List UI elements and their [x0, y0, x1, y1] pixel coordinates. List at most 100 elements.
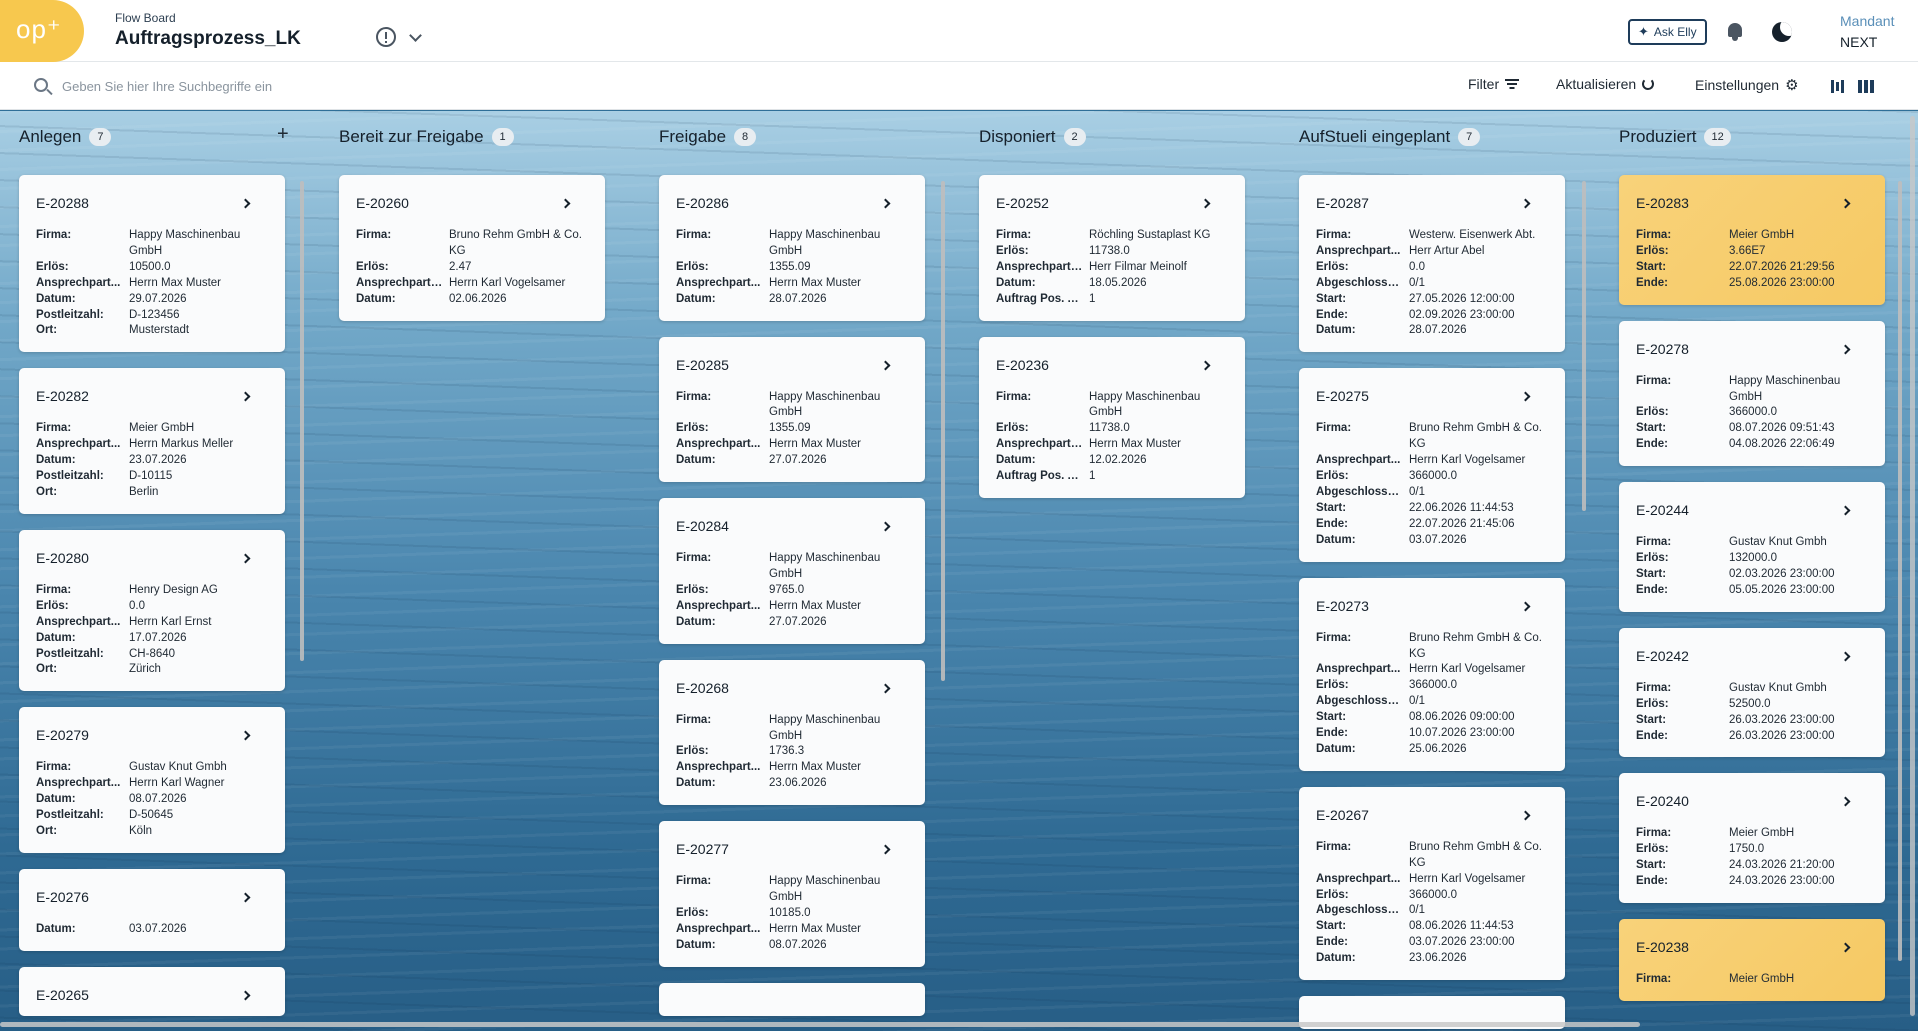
- filter-button[interactable]: Filter: [1468, 76, 1520, 92]
- order-card[interactable]: [659, 982, 925, 1016]
- order-card[interactable]: E-20268 Firma: Happy Maschinenbau GmbH Erlö…: [659, 659, 925, 806]
- mandant-value[interactable]: NEXT: [1840, 34, 1877, 50]
- field-label: Ort:: [36, 824, 58, 837]
- column-header: Bereit zur Freigabe 1: [339, 125, 514, 149]
- field-value: D-123456: [129, 308, 180, 321]
- field-label: Erlös:: [1636, 406, 1669, 419]
- column-title: Disponiert: [979, 127, 1056, 146]
- field-value: 27.07.2026: [769, 454, 827, 467]
- card-field-row: Ende: 22.07.2026 21:45:06: [1316, 517, 1549, 533]
- column-scrollbar[interactable]: [300, 181, 304, 661]
- field-label: Firma:: [1316, 229, 1352, 241]
- column-scrollbar[interactable]: [1898, 181, 1902, 961]
- field-value: 03.07.2026: [129, 922, 187, 935]
- order-card[interactable]: E-20282 Firma: Meier GmbH Ansprechpart... He…: [19, 368, 285, 514]
- card-field-row: Ansprechpart... Herrn Karl Vogelsamer: [1316, 662, 1549, 678]
- card-fields: Firma: Meier GmbH Erlös: 3.66E7 Start: 22.07.…: [1636, 228, 1869, 292]
- column-scrollbar[interactable]: [941, 181, 945, 681]
- field-value: Musterstadt: [129, 324, 190, 337]
- field-value: Herrn Max Muster: [769, 922, 862, 935]
- card-field-row: Postleitzahl: D-50645: [36, 808, 269, 824]
- card-field-row: Abgeschlossen: 0/1: [1316, 903, 1549, 919]
- field-value: Happy Maschinenbau GmbH: [1089, 390, 1201, 419]
- field-value: Herrn Max Muster: [769, 599, 862, 612]
- order-card[interactable]: E-20276 Datum: 03.07.2026: [19, 868, 285, 951]
- field-label: Ansprechpart...: [676, 761, 761, 774]
- order-card[interactable]: E-20240 Firma: Meier GmbH Erlös: 1750.0 Start…: [1619, 773, 1885, 904]
- field-value: 10500.0: [129, 260, 171, 273]
- card-field-row: Ende: 02.09.2026 23:00:00: [1316, 308, 1549, 324]
- order-card[interactable]: E-20284 Firma: Happy Maschinenbau GmbH Erlö…: [659, 498, 925, 644]
- order-card[interactable]: E-20275 Firma: Bruno Rehm GmbH & Co. KG Ans…: [1299, 368, 1565, 562]
- order-card[interactable]: E-20252 Firma: Röchling Sustaplast KG Erlös…: [979, 175, 1245, 321]
- order-card[interactable]: E-20242 Firma: Gustav Knut Gmbh Erlös: 52500…: [1619, 627, 1885, 758]
- card-field-row: Firma: Bruno Rehm GmbH & Co. KG: [1316, 840, 1549, 872]
- field-label: Datum:: [676, 615, 716, 628]
- order-card[interactable]: E-20283 Firma: Meier GmbH Erlös: 3.66E7 Start…: [1619, 175, 1885, 305]
- field-label: Erlös:: [1316, 888, 1349, 901]
- card-fields: Firma: Happy Maschinenbau GmbH Erlös: 1736.…: [676, 713, 909, 793]
- add-card-icon[interactable]: +: [277, 123, 289, 146]
- field-label: Abgeschlossen:: [1316, 485, 1405, 498]
- search-input[interactable]: [62, 74, 662, 98]
- card-id: E-20275: [1316, 388, 1369, 405]
- card-field-row: Firma: Gustav Knut Gmbh: [1636, 535, 1869, 551]
- single-column-view-icon[interactable]: [1831, 80, 1844, 93]
- card-id: E-20265: [36, 986, 89, 1003]
- chevron-down-icon[interactable]: [409, 29, 422, 42]
- order-card[interactable]: E-20285 Firma: Happy Maschinenbau GmbH Erlö…: [659, 336, 925, 483]
- field-value: 08.07.2026 09:51:43: [1729, 422, 1835, 435]
- card-field-row: Ansprechpartn... Herrn Karl Vogelsamer: [356, 276, 589, 292]
- order-card[interactable]: E-20280 Firma: Henry Design AG Erlös: 0.0 Ans…: [19, 529, 285, 692]
- bell-icon[interactable]: [1726, 22, 1744, 42]
- field-label: Postleitzahl:: [36, 308, 104, 321]
- order-card[interactable]: E-20288 Firma: Happy Maschinenbau GmbH Erlö…: [19, 175, 285, 353]
- field-label: Firma:: [1636, 536, 1672, 549]
- card-field-row: Erlös: 1750.0: [1636, 842, 1869, 858]
- app-logo[interactable]: op⁺: [0, 0, 84, 62]
- order-card[interactable]: E-20244 Firma: Gustav Knut Gmbh Erlös: 13200…: [1619, 482, 1885, 612]
- order-card[interactable]: E-20267 Firma: Bruno Rehm GmbH & Co. KG Ans…: [1299, 786, 1565, 981]
- card-id: E-20284: [676, 518, 729, 535]
- breadcrumb[interactable]: Flow Board: [115, 11, 176, 25]
- mandant-label: Mandant: [1840, 13, 1895, 29]
- field-value: Herrn Markus Meller: [129, 438, 234, 451]
- field-label: Firma:: [1636, 229, 1672, 241]
- board-view-icon[interactable]: [1858, 80, 1874, 93]
- order-card[interactable]: E-20238 Firma: Meier GmbH: [1619, 919, 1885, 1001]
- horizontal-scrollbar[interactable]: [0, 1022, 1640, 1027]
- card-fields: Firma: Happy Maschinenbau GmbH Erlös: 36600…: [1636, 374, 1869, 454]
- order-card[interactable]: E-20278 Firma: Happy Maschinenbau GmbH Erlö…: [1619, 320, 1885, 467]
- card-field-row: Firma: Meier GmbH: [1636, 228, 1869, 244]
- card-fields: Firma: Happy Maschinenbau GmbH Erlös: 1355.…: [676, 228, 909, 308]
- card-field-row: Firma: Happy Maschinenbau GmbH: [36, 228, 269, 260]
- field-value: Bruno Rehm GmbH & Co. KG: [1409, 631, 1542, 660]
- field-value: Herrn Karl Ernst: [129, 615, 212, 628]
- field-label: Ende:: [1316, 936, 1348, 949]
- card-id: E-20285: [676, 356, 729, 373]
- vertical-scrollbar[interactable]: [1910, 116, 1915, 1016]
- column-header: Freigabe 8: [659, 125, 757, 149]
- order-card[interactable]: E-20286 Firma: Happy Maschinenbau GmbH Erlö…: [659, 175, 925, 321]
- moon-icon[interactable]: [1772, 22, 1792, 42]
- field-value: 26.03.2026 23:00:00: [1729, 713, 1835, 726]
- ask-elly-button[interactable]: ✦ Ask Elly: [1628, 19, 1707, 45]
- settings-button[interactable]: Einstellungen ⚙: [1695, 76, 1799, 94]
- field-value: D-50645: [129, 809, 174, 822]
- column-count-badge: 2: [1063, 128, 1086, 146]
- card-field-row: Erlös: 1355.09: [676, 421, 909, 437]
- field-value: Bruno Rehm GmbH & Co. KG: [1409, 840, 1542, 869]
- order-card[interactable]: E-20279 Firma: Gustav Knut Gmbh Ansprechpar…: [19, 707, 285, 853]
- order-card[interactable]: E-20236 Firma: Happy Maschinenbau GmbH Erlö…: [979, 336, 1245, 498]
- field-label: Firma:: [1316, 840, 1352, 853]
- order-card[interactable]: E-20287 Firma: Westerw. Eisenwerk Abt. Ansp…: [1299, 175, 1565, 353]
- order-card[interactable]: E-20260 Firma: Bruno Rehm GmbH & Co. KG Erl…: [339, 175, 605, 321]
- field-label: Postleitzahl:: [36, 470, 104, 483]
- order-card[interactable]: E-20277 Firma: Happy Maschinenbau GmbH Erlö…: [659, 821, 925, 967]
- column-scrollbar[interactable]: [1582, 181, 1586, 511]
- info-icon[interactable]: [376, 27, 396, 47]
- order-card[interactable]: E-20265: [19, 966, 285, 1016]
- refresh-button[interactable]: Aktualisieren: [1556, 76, 1655, 92]
- field-label: Firma:: [36, 583, 72, 596]
- order-card[interactable]: E-20273 Firma: Bruno Rehm GmbH & Co. KG Ans…: [1299, 577, 1565, 771]
